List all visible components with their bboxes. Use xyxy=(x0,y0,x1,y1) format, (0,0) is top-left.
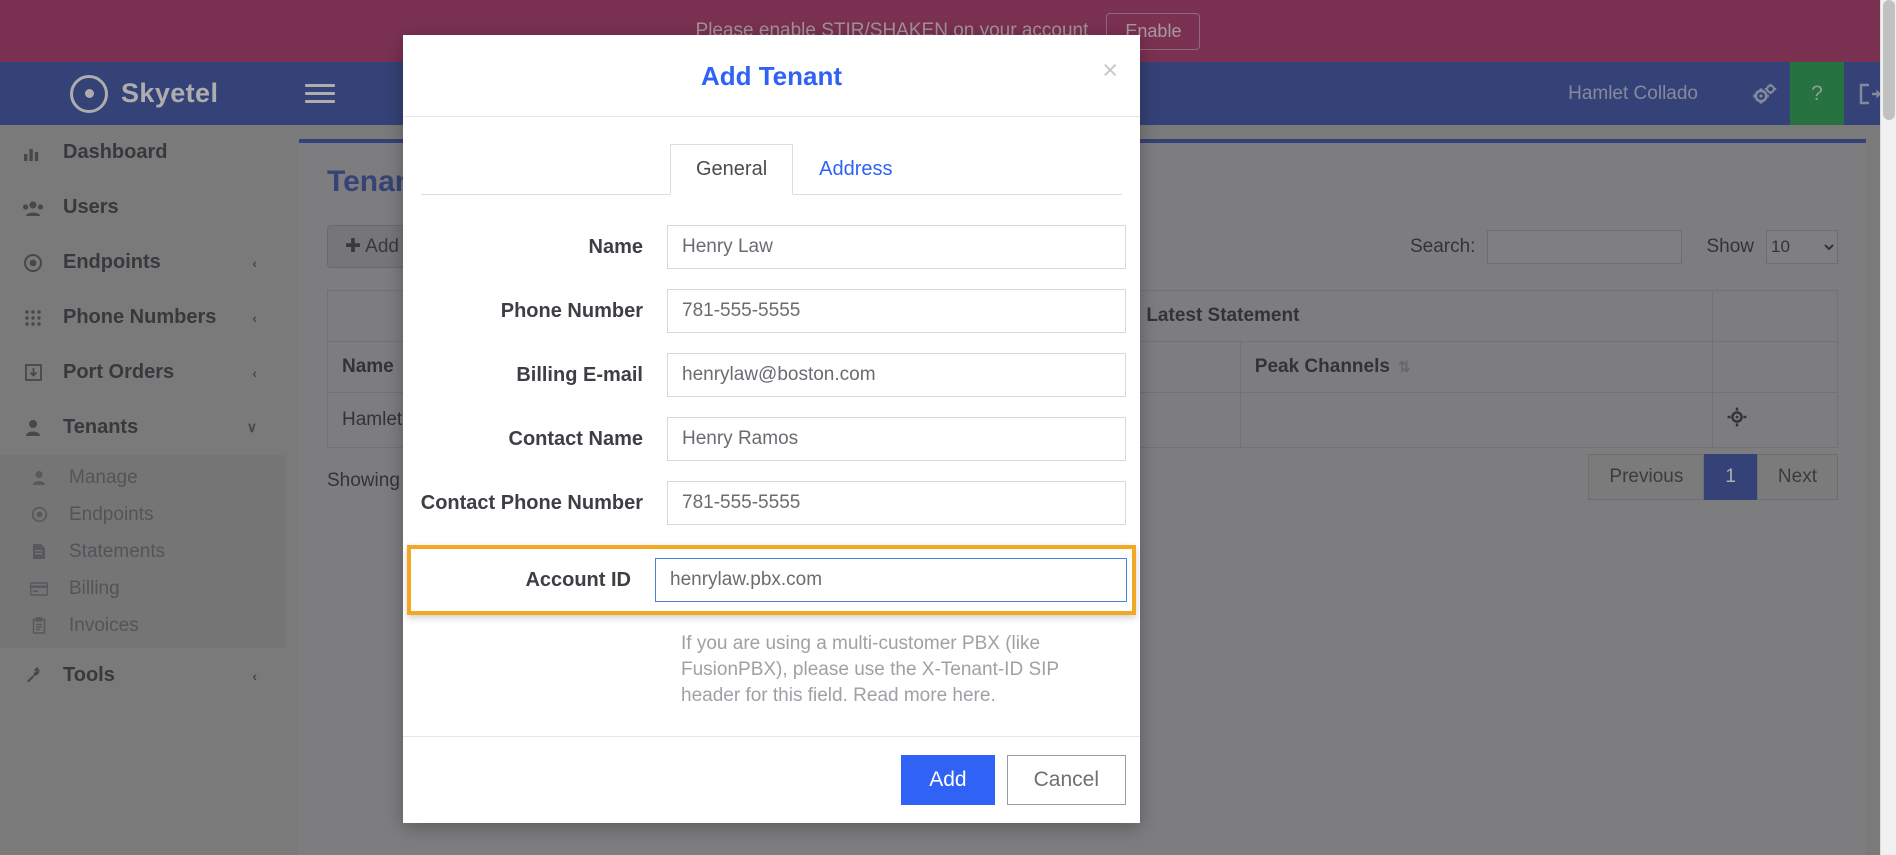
cancel-button[interactable]: Cancel xyxy=(1007,755,1126,805)
label-billing-email: Billing E-mail xyxy=(417,364,667,387)
field-row-billing-email: Billing E-mail xyxy=(417,353,1126,397)
tab-address[interactable]: Address xyxy=(793,144,918,195)
modal-title: Add Tenant xyxy=(403,61,1140,92)
label-contact-phone-number: Contact Phone Number xyxy=(417,492,667,515)
add-button[interactable]: Add xyxy=(901,755,994,805)
close-icon[interactable]: × xyxy=(1102,57,1118,84)
phone-number-input[interactable] xyxy=(667,289,1126,333)
tenant-form: Name Phone Number Billing E-mail Contact… xyxy=(403,195,1140,710)
scrollbar-thumb[interactable] xyxy=(1883,0,1895,120)
account-id-helper-text: If you are using a multi-customer PBX (l… xyxy=(417,631,1126,710)
field-row-phone-number: Phone Number xyxy=(417,289,1126,333)
app-window: Please enable STIR/SHAKEN on your accoun… xyxy=(0,0,1896,855)
contact-name-input[interactable] xyxy=(667,417,1126,461)
modal-body: General Address Name Phone Number Billin… xyxy=(403,117,1140,710)
account-id-input[interactable] xyxy=(655,558,1127,602)
label-account-id: Account ID xyxy=(411,569,655,592)
modal-footer: Add Cancel xyxy=(403,736,1140,823)
field-row-name: Name xyxy=(417,225,1126,269)
contact-phone-number-input[interactable] xyxy=(667,481,1126,525)
name-input[interactable] xyxy=(667,225,1126,269)
tab-general[interactable]: General xyxy=(670,144,793,195)
label-contact-name: Contact Name xyxy=(417,428,667,451)
field-row-contact-name: Contact Name xyxy=(417,417,1126,461)
modal-tabs: General Address xyxy=(421,143,1122,195)
label-phone-number: Phone Number xyxy=(417,300,667,323)
add-tenant-modal: Add Tenant × General Address Name Phone … xyxy=(403,35,1140,823)
modal-header: Add Tenant × xyxy=(403,35,1140,117)
field-row-contact-phone-number: Contact Phone Number xyxy=(417,481,1126,525)
field-row-account-id: Account ID xyxy=(407,545,1136,615)
label-name: Name xyxy=(417,236,667,259)
page-scrollbar[interactable] xyxy=(1880,0,1896,855)
billing-email-input[interactable] xyxy=(667,353,1126,397)
